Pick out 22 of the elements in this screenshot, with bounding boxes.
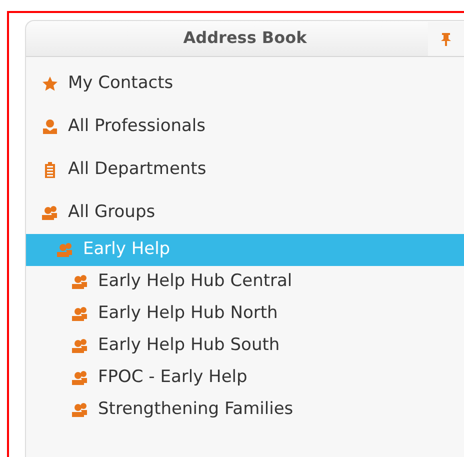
group-icon: [72, 274, 88, 290]
tree-item[interactable]: Strengthening Families: [26, 394, 464, 426]
pin-icon: [441, 32, 451, 46]
person-icon: [42, 118, 58, 134]
group-icon: [72, 338, 88, 354]
tree-item[interactable]: My Contacts: [26, 62, 464, 105]
group-icon: [72, 370, 88, 386]
tree-item[interactable]: Early Help Hub Central: [26, 266, 464, 298]
star-icon: [42, 76, 58, 92]
tree-item[interactable]: All Groups: [26, 191, 464, 234]
tree-item[interactable]: Early Help Hub North: [26, 298, 464, 330]
group-icon: [57, 242, 73, 258]
tree-item[interactable]: All Departments: [26, 148, 464, 191]
tree-item[interactable]: All Professionals: [26, 105, 464, 148]
group-icon: [72, 402, 88, 418]
pin-button[interactable]: [428, 22, 464, 56]
panel-title: Address Book: [182, 27, 308, 49]
group-icon: [72, 306, 88, 322]
tree-item[interactable]: FPOC - Early Help: [26, 362, 464, 394]
tree-item[interactable]: Early Help Hub South: [26, 330, 464, 362]
building-icon: [42, 162, 58, 178]
group-icon: [42, 204, 58, 220]
